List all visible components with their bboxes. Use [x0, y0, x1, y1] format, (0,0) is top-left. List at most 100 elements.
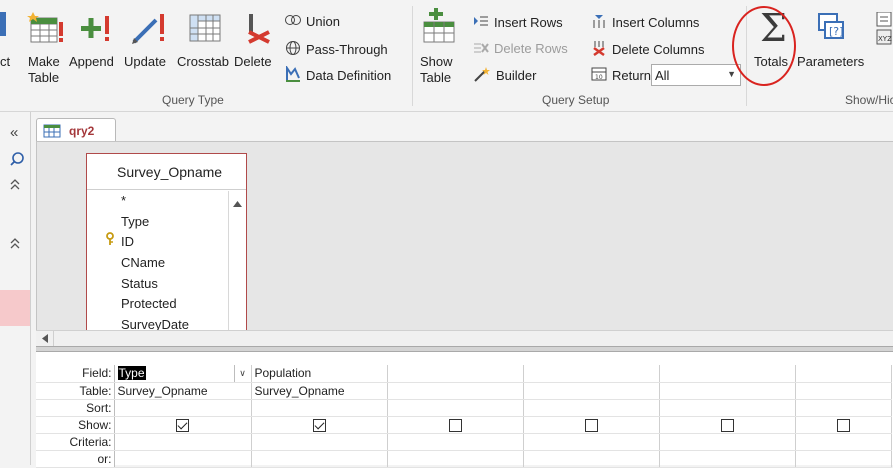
update-button[interactable]: Update: [124, 8, 174, 93]
show-checkbox[interactable]: [176, 418, 189, 432]
table-cell[interactable]: [795, 382, 892, 400]
field-cell[interactable]: Population: [251, 365, 388, 383]
or-cell[interactable]: [659, 450, 796, 468]
append-icon: [79, 12, 115, 49]
property-sheet-icon: XYZ: [875, 11, 893, 51]
chevron-down-icon[interactable]: ∨: [233, 365, 251, 381]
delete-rows-label: Delete Rows: [494, 41, 568, 56]
show-table-button[interactable]: Show Table: [416, 8, 462, 93]
delete-rows-button[interactable]: Delete Rows: [473, 40, 568, 57]
list-item[interactable]: *: [87, 191, 227, 212]
annotation-circle: [732, 6, 796, 86]
data-definition-button[interactable]: Data Definition: [285, 64, 391, 85]
show-checkbox[interactable]: [720, 418, 734, 432]
delete-rows-icon: [473, 40, 489, 57]
parameters-icon: [?]: [817, 12, 847, 45]
row-label-sort: Sort:: [36, 399, 115, 417]
globe-icon: [285, 40, 301, 59]
delete-button[interactable]: Delete: [233, 8, 281, 93]
show-table-line2: Table: [420, 70, 452, 85]
criteria-cell[interactable]: [251, 433, 388, 451]
sort-cell[interactable]: [251, 399, 388, 417]
sort-cell[interactable]: [523, 399, 660, 417]
sort-cell[interactable]: [387, 399, 524, 417]
table-cell[interactable]: [523, 382, 660, 400]
delete-columns-label: Delete Columns: [612, 42, 705, 57]
return-icon: 10: [591, 66, 607, 85]
sort-cell[interactable]: [795, 399, 892, 417]
list-item[interactable]: CName: [87, 253, 227, 274]
or-cell[interactable]: [523, 450, 660, 468]
list-item-primary-key[interactable]: ID: [87, 232, 227, 253]
show-checkbox[interactable]: [312, 418, 326, 432]
show-checkbox[interactable]: [836, 418, 850, 432]
builder-button[interactable]: Builder: [473, 66, 536, 85]
scroll-left-arrow-icon[interactable]: [36, 331, 54, 346]
delete-columns-button[interactable]: Delete Columns: [591, 40, 705, 59]
or-cell[interactable]: [795, 450, 892, 468]
scroll-up-arrow-icon[interactable]: [233, 195, 242, 210]
union-icon: [285, 14, 301, 29]
list-item[interactable]: Protected: [87, 294, 227, 315]
builder-label: Builder: [496, 68, 537, 83]
crosstab-button[interactable]: Crosstab: [177, 8, 232, 93]
field-list-scrollbar[interactable]: [228, 191, 246, 334]
show-checkbox[interactable]: [584, 418, 598, 432]
criteria-cell[interactable]: [523, 433, 660, 451]
table-field-list[interactable]: Survey_Opname * Type ID CName Status Pro…: [86, 153, 247, 334]
show-cell: [659, 416, 796, 434]
insert-rows-button[interactable]: Insert Rows: [473, 14, 563, 31]
tab-qry2[interactable]: qry2: [36, 118, 116, 143]
append-button[interactable]: Append: [69, 8, 121, 93]
sort-cell[interactable]: [659, 399, 796, 417]
field-list-title[interactable]: Survey_Opname: [87, 154, 246, 190]
double-chevron-up-icon[interactable]: [10, 237, 20, 252]
list-item-label: ID: [121, 234, 134, 250]
or-cell[interactable]: [114, 450, 252, 468]
tab-label: qry2: [69, 124, 95, 138]
field-cell[interactable]: [523, 365, 660, 383]
table-cell[interactable]: Survey_Opname: [251, 382, 388, 400]
group-label-query-setup: Query Setup: [542, 93, 610, 107]
field-cell[interactable]: [659, 365, 796, 383]
show-checkbox[interactable]: [448, 418, 462, 432]
or-cell[interactable]: [251, 450, 388, 468]
insert-columns-button[interactable]: Insert Columns: [591, 14, 699, 31]
cut-button[interactable]: ct: [0, 8, 14, 93]
union-button[interactable]: Union: [285, 14, 340, 29]
field-cell[interactable]: [387, 365, 524, 383]
table-cell[interactable]: Survey_Opname: [114, 382, 252, 400]
or-cell[interactable]: [387, 450, 524, 468]
parameters-button[interactable]: [?] Parameters: [797, 8, 871, 93]
parameters-label: Parameters: [797, 54, 865, 69]
field-cell[interactable]: [795, 365, 892, 383]
criteria-cell[interactable]: [659, 433, 796, 451]
make-table-icon: [27, 10, 65, 49]
ribbon-separator: [412, 6, 413, 106]
return-label-group: 10 Return:: [591, 66, 655, 85]
criteria-cell[interactable]: [114, 433, 252, 451]
data-definition-icon: [285, 64, 301, 85]
horizontal-scrollbar[interactable]: [36, 330, 893, 346]
table-cell[interactable]: [387, 382, 524, 400]
svg-text:[?]: [?]: [829, 25, 843, 38]
pass-through-button[interactable]: Pass-Through: [285, 40, 388, 59]
property-sheet-button[interactable]: XYZ: [873, 11, 893, 52]
double-chevron-up-icon[interactable]: [10, 178, 20, 193]
group-label-show-hide: Show/Hic: [845, 93, 893, 107]
ribbon: ct Make Table Append Update Crosstab Del…: [0, 0, 893, 112]
table-cell[interactable]: [659, 382, 796, 400]
return-select[interactable]: All ▼: [651, 64, 741, 86]
list-item[interactable]: Type: [87, 212, 227, 233]
update-icon: [130, 10, 170, 49]
row-label-show: Show:: [36, 416, 115, 434]
criteria-cell[interactable]: [387, 433, 524, 451]
sort-cell[interactable]: [114, 399, 252, 417]
criteria-cell[interactable]: [795, 433, 892, 451]
search-icon[interactable]: [10, 152, 24, 169]
list-item[interactable]: Status: [87, 274, 227, 295]
field-cell[interactable]: Type ∨: [114, 365, 252, 383]
qbe-grid: Field: Type ∨ Population Table: Survey_Op…: [36, 365, 892, 468]
make-table-button[interactable]: Make Table: [25, 8, 67, 93]
collapse-nav-icon[interactable]: «: [10, 124, 18, 141]
